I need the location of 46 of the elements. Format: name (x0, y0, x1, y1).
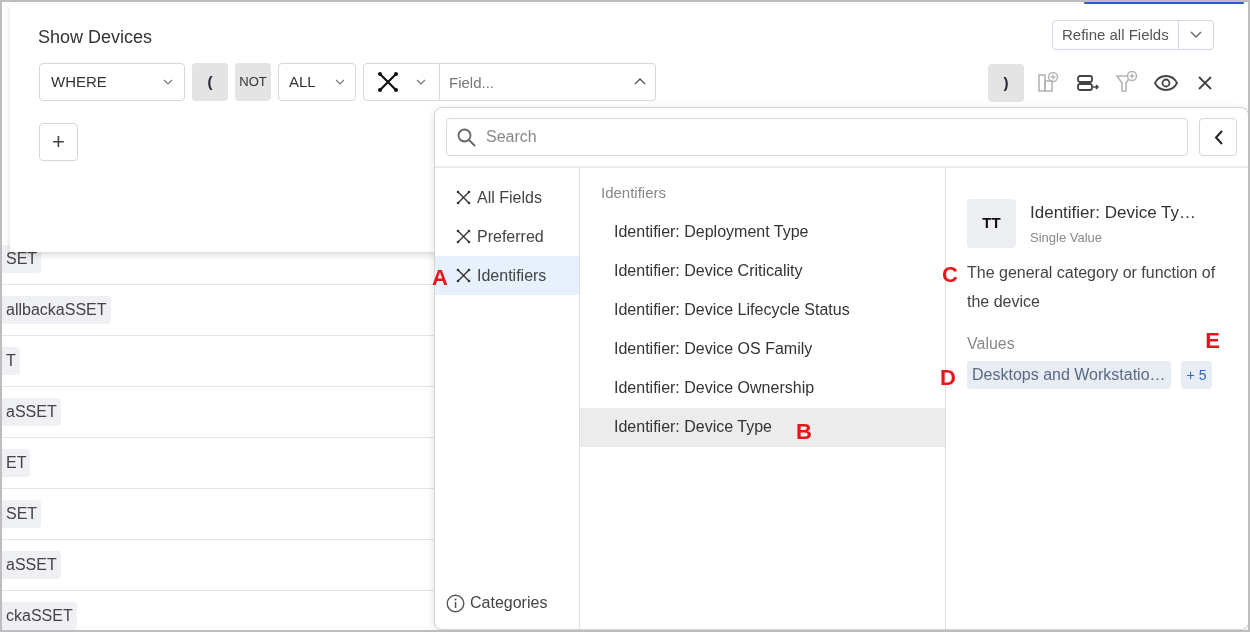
table-chip: aSSET (2, 551, 61, 579)
table-chip: allbackaSSET (2, 296, 111, 324)
crossed-arrows-icon (456, 190, 471, 205)
annotation-label: A (432, 264, 448, 292)
table-chip: ckaSSET (2, 602, 77, 630)
crossed-arrows-icon (456, 268, 471, 283)
search-field[interactable]: Search (446, 118, 1188, 156)
quantifier-select[interactable]: ALL (278, 63, 356, 101)
annotation-label: C (942, 261, 958, 289)
where-select[interactable]: WHERE (39, 63, 185, 101)
values-heading: Values (967, 334, 1015, 354)
value-chip: Desktops and Workstatio… (967, 361, 1171, 389)
chevron-down-icon (163, 79, 173, 85)
info-icon (446, 593, 465, 613)
table-chip: ET (2, 449, 31, 477)
chevron-down-icon (335, 79, 345, 85)
category-item[interactable]: Preferred (435, 217, 579, 256)
field-type-select[interactable] (363, 63, 440, 101)
table-chip: SET (2, 500, 42, 528)
field-description: The general category or function of the device (967, 263, 1217, 312)
crossed-arrows-icon (377, 71, 399, 93)
back-button[interactable] (1199, 118, 1237, 156)
add-button[interactable]: + (39, 123, 78, 161)
text-type-badge: TT (967, 199, 1016, 248)
open-paren-button[interactable]: ( (192, 63, 228, 101)
categories-link[interactable]: Categories (435, 591, 579, 615)
chevron-left-icon (1213, 129, 1223, 145)
field-title: Identifier: Device Ty… (1030, 202, 1196, 224)
annotation-label: E (1205, 330, 1220, 352)
field-select[interactable]: Field... (440, 63, 656, 101)
chevron-down-icon (416, 79, 426, 85)
more-values-badge[interactable]: + 5 (1180, 361, 1213, 389)
category-item[interactable]: All Fields (435, 178, 579, 217)
not-toggle[interactable]: NOT (235, 63, 271, 101)
annotation-label: B (796, 417, 812, 446)
field-subtitle: Single Value (1030, 228, 1104, 247)
close-paren-button[interactable]: ) (988, 64, 1024, 102)
refine-button[interactable]: Refine all Fields (1052, 20, 1214, 50)
crossed-arrows-icon (456, 229, 471, 244)
panel-title: Show Devices (38, 26, 153, 49)
chevron-up-icon (634, 78, 646, 85)
table-chip: aSSET (2, 398, 61, 426)
search-icon (457, 128, 476, 147)
chevron-down-icon (1189, 31, 1202, 39)
table-chip: T (2, 347, 20, 375)
group-heading: Identifiers (600, 183, 668, 203)
